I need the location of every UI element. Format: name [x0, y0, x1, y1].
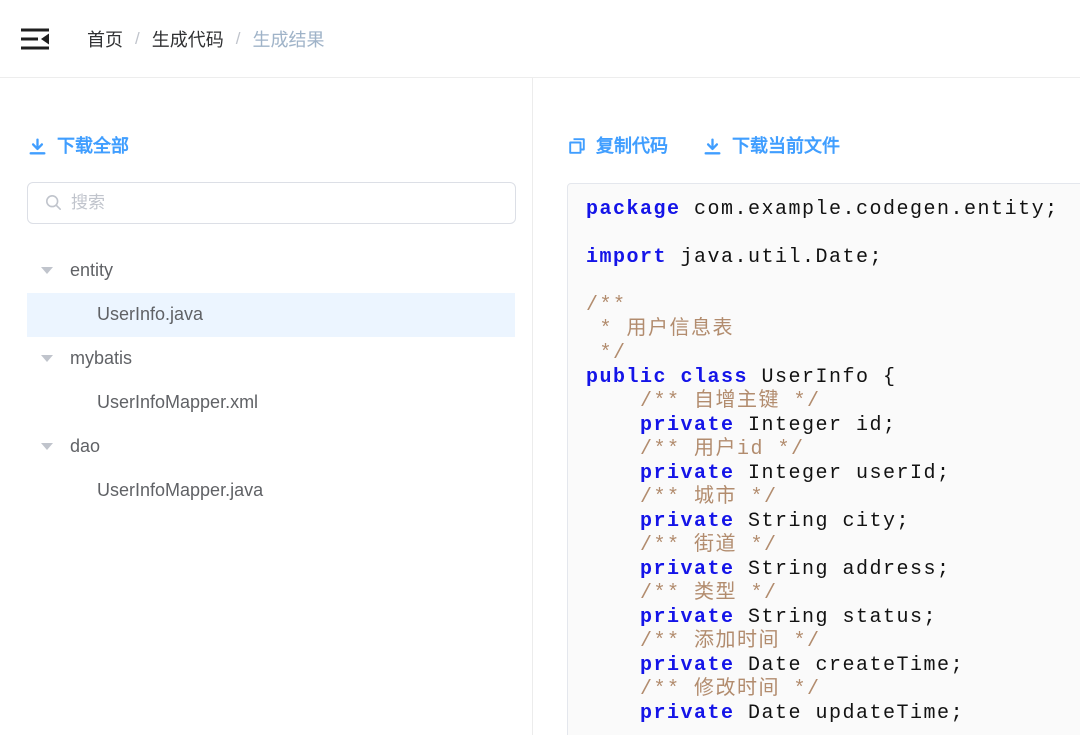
code-line: /** 用户id */	[586, 438, 805, 461]
copy-code-button[interactable]: 复制代码	[567, 134, 668, 158]
file-tree: entity UserInfo.java mybatis UserInfoMap…	[27, 249, 515, 513]
search-icon	[45, 194, 61, 210]
file-tree-panel: 下载全部 entity UserInfo.java mybatis UserIn	[0, 78, 533, 735]
search-box	[27, 181, 516, 224]
code-line: /** 城市 */	[586, 486, 778, 509]
breadcrumb-generate-result: 生成结果	[252, 29, 325, 50]
caret-down-icon[interactable]	[41, 443, 53, 450]
breadcrumb-generate-code[interactable]: 生成代码	[152, 26, 224, 52]
code-line: private Integer id;	[640, 414, 897, 437]
tree-folder-label: dao	[70, 436, 101, 456]
code-line: /**	[586, 294, 627, 317]
download-all-button[interactable]: 下载全部	[27, 134, 129, 158]
code-line: private Date updateTime;	[640, 702, 965, 725]
copy-icon	[569, 138, 585, 154]
code-line: private String address;	[640, 558, 951, 581]
tree-folder-dao[interactable]: dao	[27, 425, 515, 469]
tree-file-userinfomapper-xml[interactable]: UserInfoMapper.xml	[27, 381, 515, 425]
code-line: private String city;	[640, 510, 911, 533]
code-line: public class UserInfo {	[586, 366, 897, 389]
tree-folder-label: mybatis	[70, 348, 133, 368]
code-line: /** 添加时间 */	[586, 630, 821, 653]
code-line: * 用户信息表	[586, 318, 735, 341]
download-icon	[29, 138, 46, 154]
main-content: 下载全部 entity UserInfo.java mybatis UserIn	[0, 78, 1080, 735]
tree-file-userinfo-java[interactable]: UserInfo.java	[27, 292, 515, 337]
breadcrumb-home[interactable]: 首页	[87, 26, 123, 52]
top-header: 首页 / 生成代码 / 生成结果	[0, 0, 1080, 78]
search-input[interactable]	[71, 192, 501, 213]
tree-file-label: UserInfoMapper.java	[97, 480, 264, 500]
code-line: /** 自增主键 */	[586, 390, 821, 413]
code-line: private String status;	[640, 606, 938, 629]
tree-folder-entity[interactable]: entity	[27, 249, 515, 293]
code-line: private Date createTime;	[640, 654, 965, 677]
tree-folder-label: entity	[70, 260, 114, 280]
breadcrumb-separator: /	[135, 28, 140, 48]
code-line: package com.example.codegen.entity;	[586, 198, 1059, 221]
code-line: /** 街道 */	[586, 534, 778, 557]
code-line: /** 类型 */	[586, 582, 778, 605]
code-line: import java.util.Date;	[586, 246, 884, 269]
breadcrumb: 首页 / 生成代码 / 生成结果	[87, 26, 324, 52]
breadcrumb-separator: /	[235, 28, 241, 48]
code-toolbar: 复制代码 下载当前文件	[567, 134, 1080, 158]
tree-file-label: UserInfo.java	[97, 304, 204, 324]
download-current-file-label: 下载当前文件	[732, 136, 840, 156]
caret-down-icon[interactable]	[41, 355, 53, 362]
code-preview-panel: 复制代码 下载当前文件 package com.example.codegen.…	[533, 78, 1080, 735]
download-current-file-button[interactable]: 下载当前文件	[702, 134, 840, 158]
code-block: package com.example.codegen.entity; impo…	[567, 183, 1080, 735]
collapse-sidebar-icon[interactable]	[20, 26, 50, 52]
tree-file-label: UserInfoMapper.xml	[97, 392, 259, 412]
download-icon	[704, 138, 721, 154]
code-line: */	[586, 342, 627, 365]
tree-file-userinfomapper-java[interactable]: UserInfoMapper.java	[27, 469, 515, 513]
caret-down-icon[interactable]	[41, 267, 53, 274]
code-line: /** 修改时间 */	[586, 678, 821, 701]
download-all-label: 下载全部	[57, 136, 129, 156]
tree-folder-mybatis[interactable]: mybatis	[27, 337, 515, 381]
code-content: package com.example.codegen.entity; impo…	[586, 198, 1080, 726]
copy-code-label: 复制代码	[596, 136, 668, 156]
code-line: private Integer userId;	[640, 462, 951, 485]
